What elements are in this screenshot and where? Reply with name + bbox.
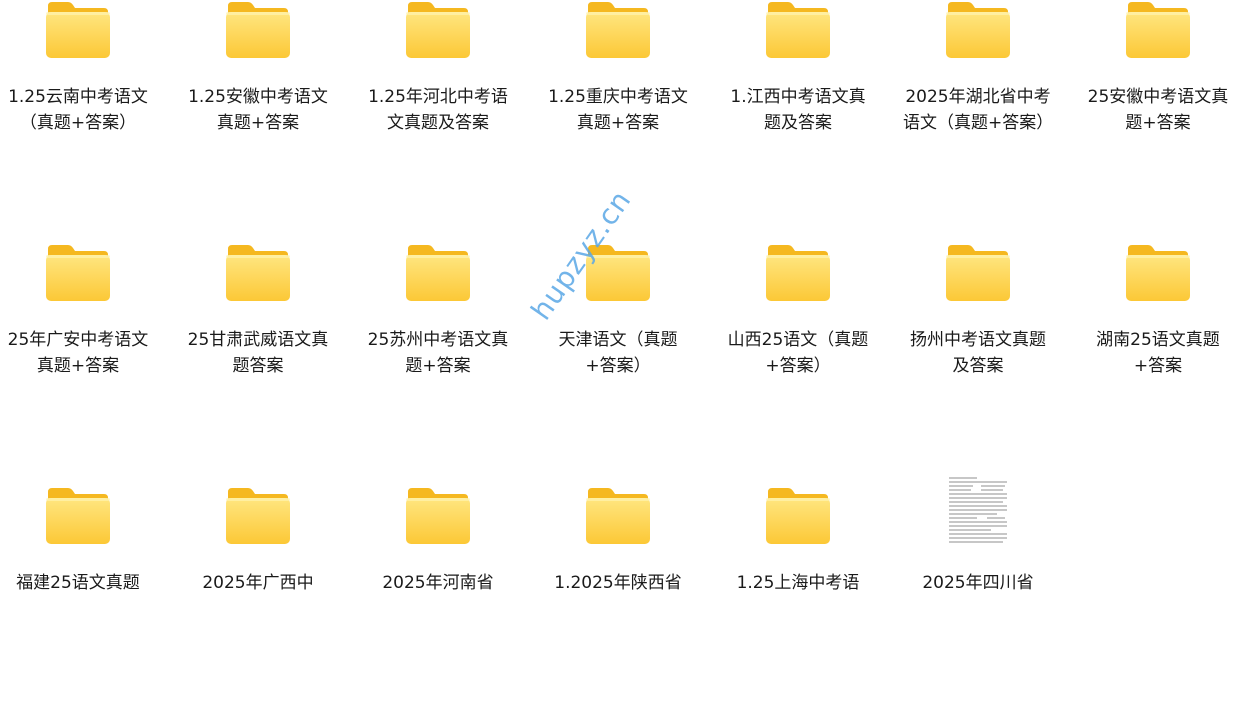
folder-icon bbox=[764, 486, 832, 546]
folder-item[interactable]: 2025年湖北省中考语文（真题+答案） bbox=[903, 0, 1053, 230]
file-item[interactable]: 2025年四川省 bbox=[903, 472, 1053, 716]
item-label: 25年广安中考语文真题+答案 bbox=[7, 330, 149, 376]
folder-item[interactable]: 2025年广西中 bbox=[183, 486, 333, 716]
folder-icon bbox=[584, 243, 652, 303]
folder-icon bbox=[584, 486, 652, 546]
item-label: 2025年河南省 bbox=[382, 573, 494, 593]
folder-icon bbox=[944, 243, 1012, 303]
item-label: 25甘肃武威语文真题答案 bbox=[187, 330, 329, 376]
folder-item[interactable]: 1.25安徽中考语文真题+答案 bbox=[183, 0, 333, 230]
item-label: 25苏州中考语文真题+答案 bbox=[367, 330, 509, 376]
folder-item[interactable]: 山西25语文（真题+答案） bbox=[723, 243, 873, 473]
item-label: 1.25安徽中考语文真题+答案 bbox=[188, 87, 328, 133]
item-label: 扬州中考语文真题及答案 bbox=[910, 330, 1046, 376]
folder-icon bbox=[44, 243, 112, 303]
file-grid: 1.25云南中考语文（真题+答案） 1.25安徽中考语文真题+答案 1.25年河… bbox=[0, 0, 1235, 596]
item-label: 1.2025年陕西省 bbox=[554, 573, 682, 593]
folder-item[interactable]: 天津语文（真题+答案） bbox=[543, 243, 693, 473]
item-label: 2025年广西中 bbox=[202, 573, 314, 593]
item-label: 25安徽中考语文真题+答案 bbox=[1087, 87, 1229, 133]
item-label: 2025年四川省 bbox=[922, 573, 1034, 593]
folder-item[interactable]: 25苏州中考语文真题+答案 bbox=[363, 243, 513, 473]
item-label: 2025年湖北省中考语文（真题+答案） bbox=[903, 87, 1053, 133]
document-thumbnail-icon bbox=[937, 472, 1019, 552]
folder-icon bbox=[44, 0, 112, 60]
folder-icon bbox=[944, 0, 1012, 60]
item-label: 湖南25语文真题+答案 bbox=[1096, 330, 1220, 376]
item-label: 1.25重庆中考语文真题+答案 bbox=[548, 87, 688, 133]
item-label: 1.江西中考语文真题及答案 bbox=[730, 87, 866, 133]
folder-item[interactable]: 扬州中考语文真题及答案 bbox=[903, 243, 1053, 473]
folder-item[interactable]: 1.江西中考语文真题及答案 bbox=[723, 0, 873, 230]
folder-item[interactable]: 1.25上海中考语 bbox=[723, 486, 873, 716]
folder-icon bbox=[404, 243, 472, 303]
folder-item[interactable]: 1.25年河北中考语文真题及答案 bbox=[363, 0, 513, 230]
folder-item[interactable]: 1.25云南中考语文（真题+答案） bbox=[3, 0, 153, 230]
folder-icon bbox=[224, 0, 292, 60]
item-label: 山西25语文（真题+答案） bbox=[727, 330, 869, 376]
item-label: 1.25年河北中考语文真题及答案 bbox=[368, 87, 508, 133]
folder-item[interactable]: 福建25语文真题 bbox=[3, 486, 153, 716]
folder-item[interactable]: 25甘肃武威语文真题答案 bbox=[183, 243, 333, 473]
folder-item[interactable]: 2025年河南省 bbox=[363, 486, 513, 716]
item-label: 1.25上海中考语 bbox=[736, 573, 860, 593]
folder-icon bbox=[1124, 0, 1192, 60]
folder-item[interactable]: 25安徽中考语文真题+答案 bbox=[1083, 0, 1233, 230]
folder-item[interactable]: 25年广安中考语文真题+答案 bbox=[3, 243, 153, 473]
folder-item[interactable]: 1.2025年陕西省 bbox=[543, 486, 693, 716]
folder-icon bbox=[1124, 243, 1192, 303]
folder-icon bbox=[584, 0, 652, 60]
folder-icon bbox=[224, 486, 292, 546]
item-label: 1.25云南中考语文（真题+答案） bbox=[8, 87, 148, 133]
folder-item[interactable]: 湖南25语文真题+答案 bbox=[1083, 243, 1233, 473]
folder-item[interactable]: 1.25重庆中考语文真题+答案 bbox=[543, 0, 693, 230]
item-label: 福建25语文真题 bbox=[16, 573, 140, 593]
folder-icon bbox=[224, 243, 292, 303]
folder-icon bbox=[404, 0, 472, 60]
folder-icon bbox=[404, 486, 472, 546]
folder-icon bbox=[44, 486, 112, 546]
folder-icon bbox=[764, 243, 832, 303]
folder-icon bbox=[764, 0, 832, 60]
item-label: 天津语文（真题+答案） bbox=[558, 330, 678, 376]
